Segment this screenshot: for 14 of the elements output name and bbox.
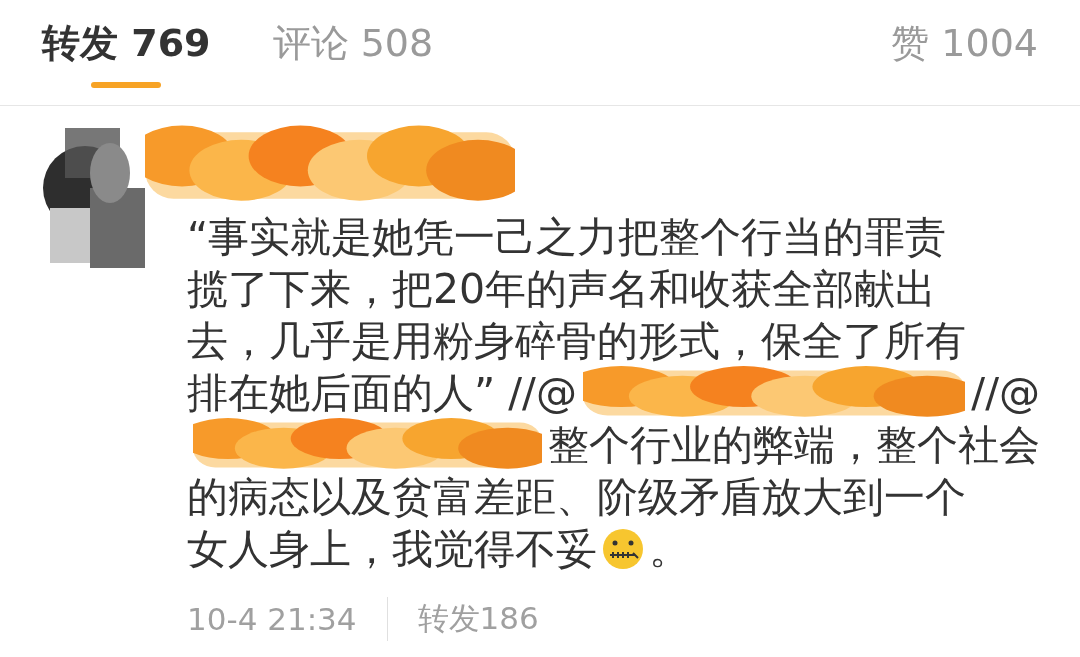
tab[interactable]: 赞 1004 xyxy=(891,18,1038,68)
post-text: 去，几乎是用粉身碎骨的形式，保全了所有 xyxy=(187,316,966,367)
post-time: 10-4 21:34 xyxy=(187,601,357,637)
post-text: “事实就是她凭一己之力把整个行当的罪责 xyxy=(187,212,947,263)
post-text: 排在她后面的人” //@ xyxy=(187,368,577,419)
tab[interactable]: 转发 769 xyxy=(42,18,211,88)
post-text: 。 xyxy=(649,524,690,575)
tab[interactable]: 评论 508 xyxy=(272,18,434,68)
repost-count[interactable]: 转发186 xyxy=(417,598,539,640)
post-text: 女人身上，我觉得不妥 xyxy=(187,524,597,575)
post-text: 的病态以及贫富差距、阶级矛盾放大到一个 xyxy=(187,472,966,523)
post-text: //@ xyxy=(971,368,1040,419)
post-text: 揽了下来，把20年的声名和收获全部献出 xyxy=(187,264,937,315)
post-text: 整个行业的弊端，整个社会 xyxy=(548,420,1040,471)
